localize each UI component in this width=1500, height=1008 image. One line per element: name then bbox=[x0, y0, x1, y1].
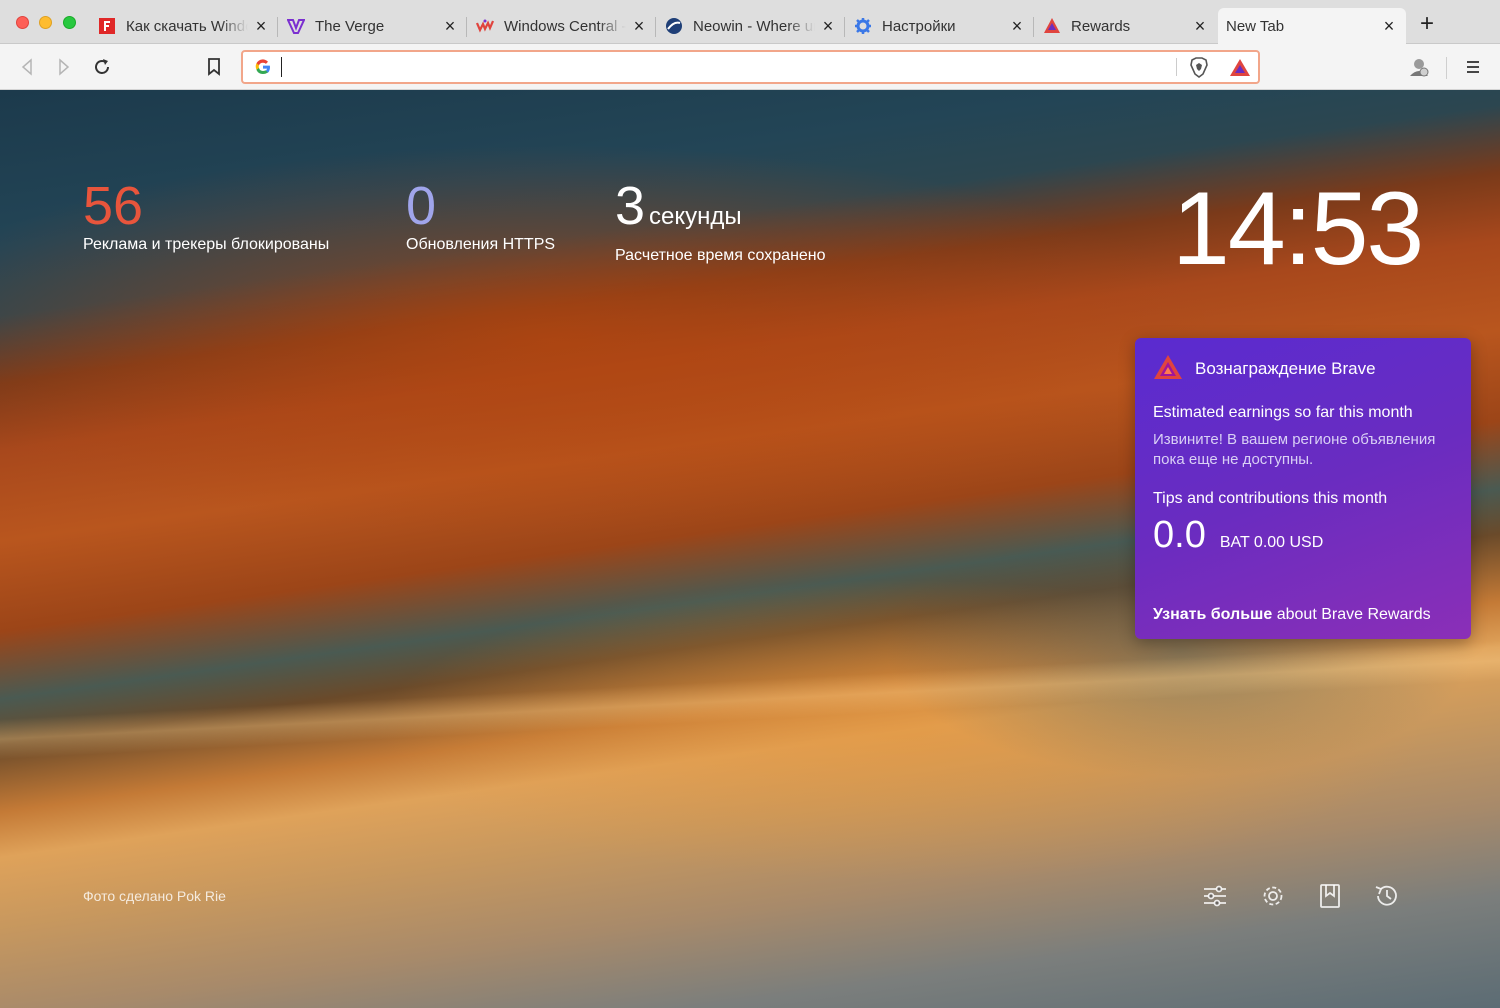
customize-icon[interactable] bbox=[1201, 882, 1229, 910]
profile-avatar-icon bbox=[1410, 59, 1429, 77]
hamburger-menu-icon bbox=[1467, 61, 1479, 73]
photo-credit: Фото сделано Pok Rie bbox=[83, 888, 226, 904]
rewards-widget: Вознаграждение Brave Estimated earnings … bbox=[1135, 338, 1471, 639]
tab-rewards[interactable]: Rewards × bbox=[1035, 8, 1217, 44]
file-icon-red bbox=[98, 17, 116, 35]
toolbar bbox=[0, 44, 1500, 90]
time-saved-stat: 3 секунды Расчетное время сохранено bbox=[615, 178, 826, 265]
tab-windows-central[interactable]: Windows Central - × bbox=[468, 8, 656, 44]
url-input[interactable] bbox=[281, 57, 1161, 77]
close-icon[interactable]: × bbox=[441, 17, 459, 35]
close-icon[interactable]: × bbox=[819, 17, 837, 35]
address-bar[interactable] bbox=[241, 50, 1260, 84]
close-window-button[interactable] bbox=[16, 16, 29, 29]
close-icon[interactable]: × bbox=[1191, 17, 1209, 35]
tab-the-verge[interactable]: The Verge × bbox=[279, 8, 467, 44]
usd-amount: BAT 0.00 USD bbox=[1219, 534, 1324, 551]
tab-title: Neowin - Where un bbox=[693, 17, 815, 35]
tab-new-tab[interactable]: New Tab × bbox=[1218, 8, 1406, 44]
close-icon[interactable]: × bbox=[630, 17, 648, 35]
brave-shields-icon[interactable] bbox=[1189, 57, 1209, 84]
rewards-title: Вознаграждение Brave bbox=[1195, 359, 1376, 378]
toolbar-separator bbox=[1446, 57, 1447, 79]
bat-triangle-icon bbox=[1043, 17, 1061, 35]
https-upgrades-stat: 0 Обновления HTTPS bbox=[406, 178, 555, 254]
earnings-note: Извините! В вашем регионе объявления пок… bbox=[1153, 431, 1436, 468]
tab-title: Как скачать Windo bbox=[126, 17, 248, 35]
new-tab-page: 56 Реклама и трекеры блокированы 0 Обнов… bbox=[0, 90, 1500, 1008]
google-icon bbox=[255, 59, 271, 80]
tab-strip: Как скачать Windo × The Verge × Windows … bbox=[0, 0, 1500, 44]
tab-separator bbox=[466, 17, 467, 37]
close-icon[interactable]: × bbox=[252, 17, 270, 35]
profile-button[interactable] bbox=[1407, 55, 1431, 79]
time-saved-count: 3 bbox=[615, 176, 646, 236]
tab-separator bbox=[277, 17, 278, 37]
time-saved-label: Расчетное время сохранено bbox=[615, 247, 826, 264]
maximize-window-button[interactable] bbox=[63, 16, 76, 29]
learn-more-bold[interactable]: Узнать больше bbox=[1153, 606, 1272, 623]
tab-title: Rewards bbox=[1071, 17, 1131, 35]
url-separator bbox=[1176, 58, 1177, 76]
bat-amount: 0.0 bbox=[1153, 514, 1206, 556]
windows-central-icon bbox=[476, 17, 494, 35]
ads-blocked-stat: 56 Реклама и трекеры блокированы bbox=[83, 178, 329, 254]
https-upgrades-count: 0 bbox=[406, 176, 437, 236]
history-icon[interactable] bbox=[1373, 882, 1401, 910]
close-icon[interactable]: × bbox=[1380, 17, 1398, 35]
tab-settings[interactable]: Настройки × bbox=[846, 8, 1034, 44]
time-saved-unit: секунды bbox=[649, 203, 742, 230]
tab-title: The Verge bbox=[315, 17, 385, 35]
tab-separator bbox=[844, 17, 845, 37]
tab-title: New Tab bbox=[1226, 17, 1285, 35]
background-photo bbox=[0, 638, 1500, 762]
tips-label: Tips and contributions this month bbox=[1153, 490, 1388, 507]
back-button[interactable] bbox=[15, 55, 39, 79]
forward-arrow-icon bbox=[59, 58, 70, 76]
tab-neowin[interactable]: Neowin - Where un × bbox=[657, 8, 845, 44]
tab-separator bbox=[1033, 17, 1034, 37]
gear-icon bbox=[854, 17, 872, 35]
tab-title: Настройки bbox=[882, 17, 956, 35]
ads-blocked-count: 56 bbox=[83, 176, 144, 236]
reload-icon bbox=[95, 59, 109, 74]
tab-title: Windows Central - bbox=[504, 17, 626, 35]
tab-separator bbox=[655, 17, 656, 37]
https-upgrades-label: Обновления HTTPS bbox=[406, 236, 556, 253]
forward-button[interactable] bbox=[52, 55, 76, 79]
clock: 14:53 bbox=[1172, 171, 1424, 287]
minimize-window-button[interactable] bbox=[39, 16, 52, 29]
bat-logo-icon bbox=[1153, 354, 1183, 385]
settings-icon[interactable] bbox=[1259, 882, 1287, 910]
bookmark-button[interactable] bbox=[202, 55, 226, 79]
ads-blocked-label: Реклама и трекеры блокированы bbox=[83, 236, 330, 253]
neowin-icon bbox=[665, 17, 683, 35]
reload-button[interactable] bbox=[90, 55, 114, 79]
menu-button[interactable] bbox=[1461, 55, 1485, 79]
back-arrow-icon bbox=[21, 58, 32, 76]
tab-kak-skachat[interactable]: Как скачать Windo × bbox=[90, 8, 278, 44]
learn-more-rest: about Brave Rewards bbox=[1276, 606, 1431, 623]
verge-icon bbox=[287, 17, 305, 35]
bookmarks-icon[interactable] bbox=[1316, 882, 1344, 910]
bat-rewards-icon[interactable] bbox=[1229, 57, 1251, 84]
earnings-label: Estimated earnings so far this month bbox=[1153, 404, 1413, 421]
learn-more-link[interactable]: Узнать больше about Brave Rewards bbox=[1153, 606, 1431, 624]
close-icon[interactable]: × bbox=[1008, 17, 1026, 35]
bookmark-icon bbox=[208, 58, 220, 76]
new-tab-button[interactable]: + bbox=[1416, 12, 1438, 36]
